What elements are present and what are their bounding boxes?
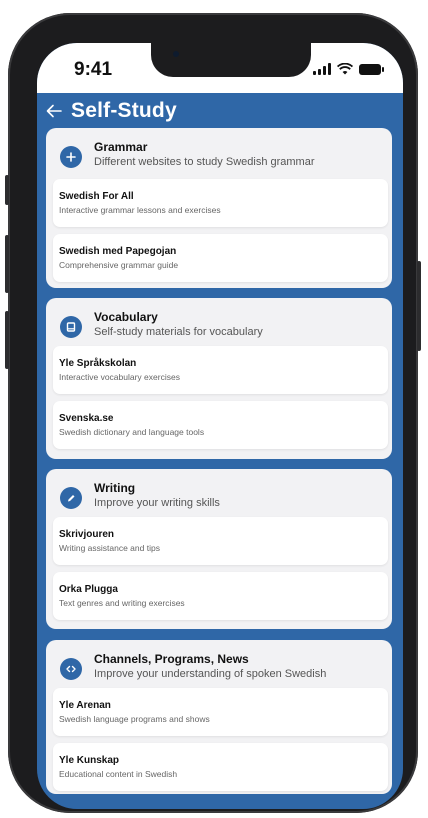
card-title: Svenska.se [59, 413, 114, 424]
section-title: Vocabulary [94, 310, 158, 324]
card-description: Comprehensive grammar guide [59, 260, 179, 270]
section-grammar: Grammar Different websites to study Swed… [46, 128, 392, 288]
resource-card[interactable]: Yle Språkskolan Interactive vocabulary e… [53, 346, 388, 394]
app-header: Self-Study [37, 93, 403, 129]
card-title: Yle Arenan [59, 700, 111, 711]
card-description: Educational content in Swedish [59, 769, 178, 779]
resource-card[interactable]: Orka Plugga Text genres and writing exer… [53, 572, 388, 620]
battery-icon [359, 64, 384, 75]
resource-card[interactable]: Svenska.se Swedish dictionary and langua… [53, 401, 388, 449]
status-bar: 9:41 [37, 43, 403, 93]
section-vocabulary: Vocabulary Self-study materials for voca… [46, 298, 392, 459]
card-description: Interactive vocabulary exercises [59, 372, 180, 382]
side-button [5, 235, 9, 293]
card-description: Swedish dictionary and language tools [59, 427, 205, 437]
resource-card[interactable]: Yle Kunskap Educational content in Swedi… [53, 743, 388, 791]
section-title: Writing [94, 481, 136, 495]
card-title: Swedish For All [59, 191, 134, 202]
card-title: Swedish med Papegojan [59, 246, 177, 257]
card-title: Yle Språkskolan [59, 358, 137, 369]
section-description: Improve your understanding of spoken Swe… [94, 668, 327, 680]
wifi-icon [337, 63, 353, 75]
notch [151, 43, 311, 77]
section-description: Improve your writing skills [94, 497, 220, 509]
section-title: Channels, Programs, News [94, 652, 249, 666]
side-button [417, 261, 421, 351]
book-icon [60, 316, 82, 338]
side-button [5, 175, 9, 205]
phone-frame: 9:41 Self-Study Grammar Different websit… [5, 13, 421, 813]
code-icon [60, 658, 82, 680]
back-arrow-icon[interactable] [43, 100, 65, 122]
card-description: Text genres and writing exercises [59, 598, 185, 608]
plus-icon [60, 146, 82, 168]
signal-icon [313, 63, 331, 75]
section-channels: Channels, Programs, News Improve your un… [46, 640, 392, 794]
section-description: Self-study materials for vocabulary [94, 326, 263, 338]
status-icons [313, 63, 384, 75]
card-description: Interactive grammar lessons and exercise… [59, 205, 221, 215]
camera [173, 51, 179, 57]
section-writing: Writing Improve your writing skills Skri… [46, 469, 392, 629]
page-title: Self-Study [71, 99, 177, 122]
status-time: 9:41 [74, 59, 113, 80]
side-button [5, 311, 9, 369]
resource-card[interactable]: Skrivjouren Writing assistance and tips [53, 517, 388, 565]
section-description: Different websites to study Swedish gram… [94, 156, 315, 168]
screen: 9:41 Self-Study Grammar Different websit… [37, 43, 403, 809]
card-description: Writing assistance and tips [59, 543, 160, 553]
card-title: Yle Kunskap [59, 755, 120, 766]
section-title: Grammar [94, 140, 148, 154]
card-title: Orka Plugga [59, 584, 118, 595]
resource-card[interactable]: Swedish For All Interactive grammar less… [53, 179, 388, 227]
resource-card[interactable]: Swedish med Papegojan Comprehensive gram… [53, 234, 388, 282]
card-description: Swedish language programs and shows [59, 714, 210, 724]
pencil-icon [60, 487, 82, 509]
resource-card[interactable]: Yle Arenan Swedish language programs and… [53, 688, 388, 736]
card-title: Skrivjouren [59, 529, 115, 540]
